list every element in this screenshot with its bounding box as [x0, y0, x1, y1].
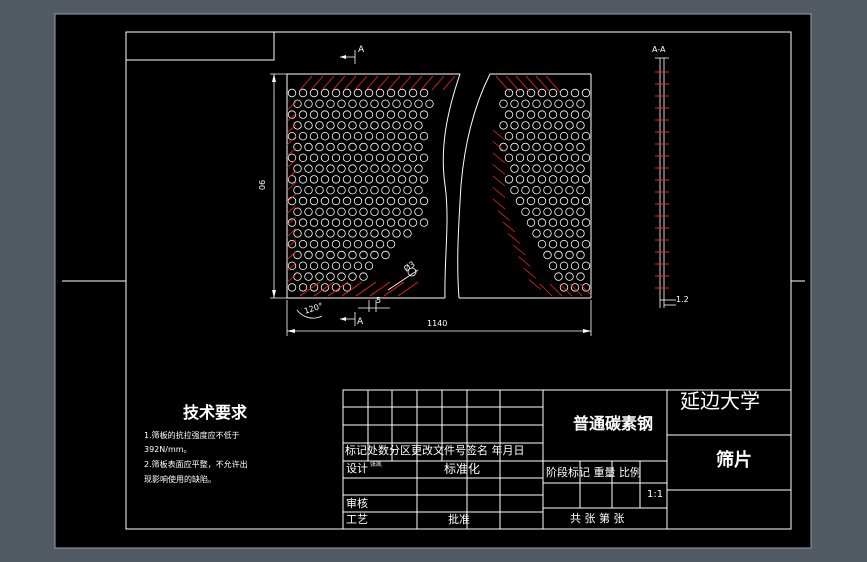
notes-line-2: 392N/mm。 — [144, 445, 192, 454]
notes-line-3: 2.筛板表面应平整，不允许出 — [144, 460, 248, 469]
revision-header: 标记处数分区更改文件号签名 年月日 — [345, 444, 525, 457]
material-label: 普通碳素钢 — [573, 414, 654, 433]
design-label: 设计 — [346, 462, 368, 475]
dim-thickness-label: 1.2 — [676, 295, 689, 304]
dim-height-label: 90 — [257, 179, 267, 191]
process-label: 工艺 — [346, 513, 368, 526]
section-marker-top: A — [358, 45, 365, 55]
part-name: 筛片 — [716, 450, 752, 471]
dim-width-label: 1140 — [427, 319, 448, 328]
section-view-title: A-A — [652, 45, 666, 54]
dim-gap-label: 5 — [376, 296, 382, 305]
approve-label: 批准 — [448, 513, 470, 526]
section-marker-bottom: A — [357, 317, 364, 327]
school-name: 延边大学 — [680, 389, 760, 413]
drawing-frame — [54, 13, 812, 549]
notes-heading: 技术要求 — [183, 403, 248, 422]
stage-header: 阶段标记 重量 比例 — [546, 466, 641, 479]
design-sub-label: 张凯 — [370, 461, 383, 468]
sheet-count: 共 张 第 张 — [570, 512, 625, 525]
notes-line-4: 现影响使用的缺陷。 — [144, 475, 216, 484]
scale-value: 1:1 — [647, 489, 664, 500]
standardize-label: 标准化 — [444, 462, 481, 476]
review-label: 审核 — [346, 497, 368, 510]
notes-line-1: 1.筛板的抗拉强度应不低于 — [144, 431, 240, 440]
